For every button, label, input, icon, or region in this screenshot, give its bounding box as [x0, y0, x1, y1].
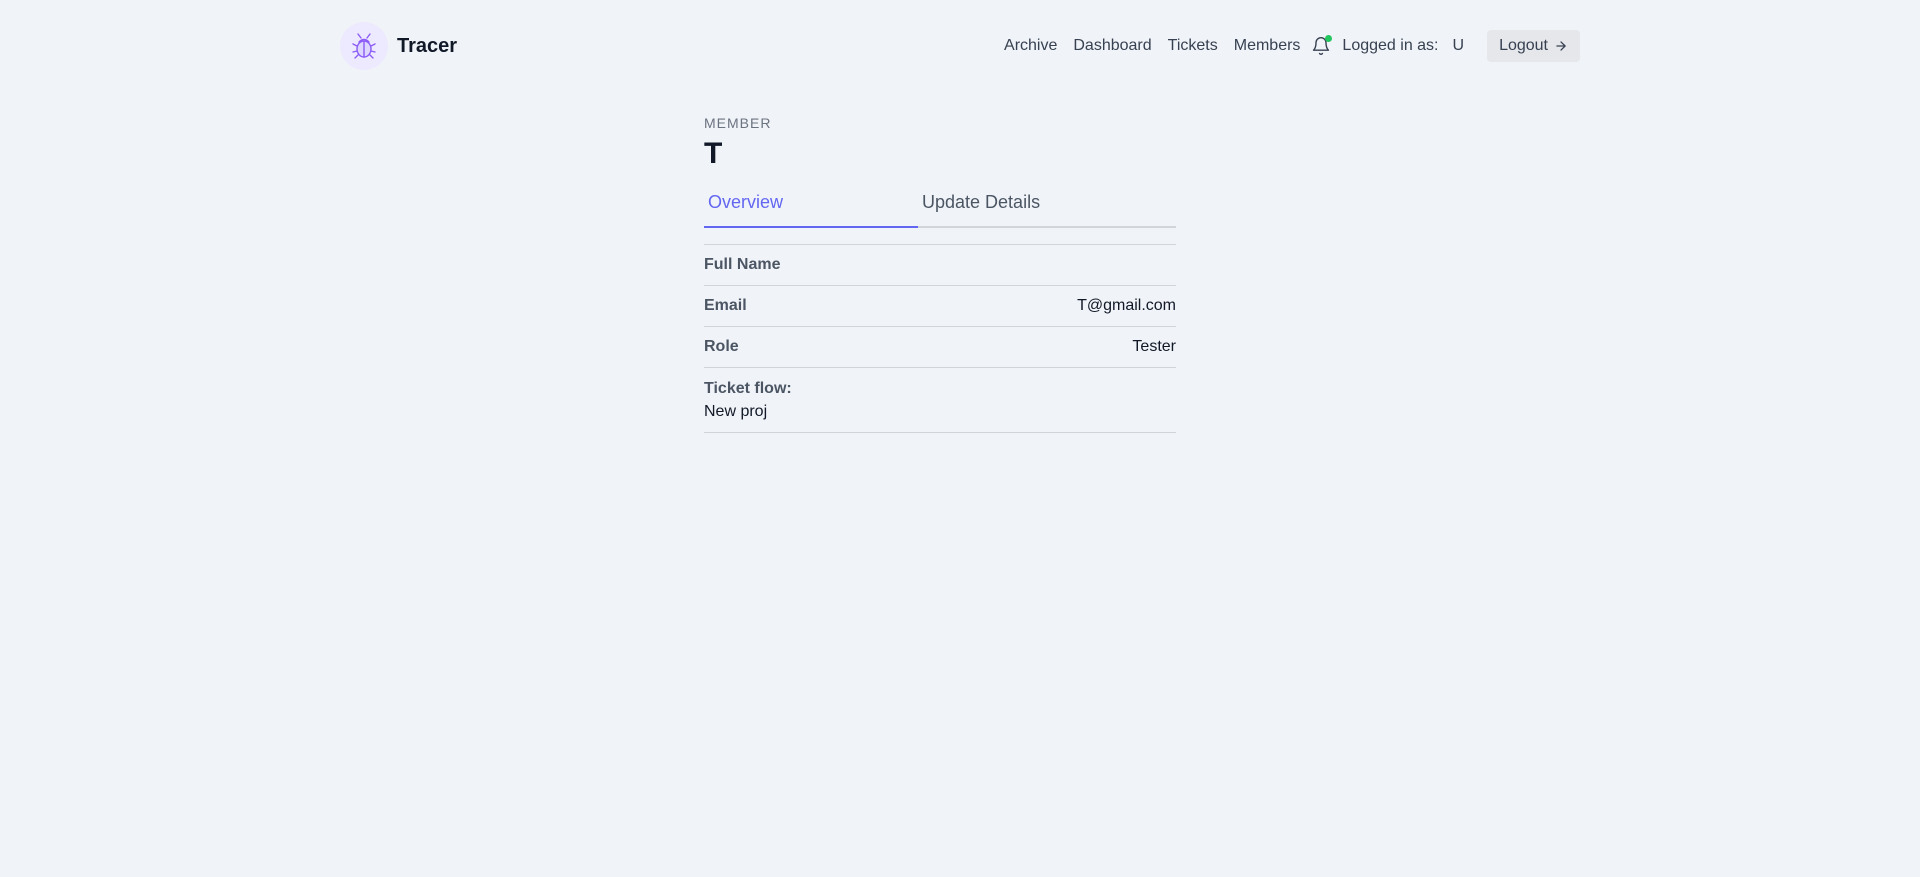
detail-row-ticket-flow: Ticket flow: New proj — [704, 368, 1176, 433]
member-detail: MEMBER T Overview Update Details Full Na… — [704, 112, 1176, 433]
tab-overview[interactable]: Overview — [704, 188, 918, 228]
logged-in-label: Logged in as: — [1342, 37, 1439, 54]
email-value: T@gmail.com — [1077, 297, 1176, 314]
role-value: Tester — [1132, 338, 1176, 355]
detail-row-full-name: Full Name — [704, 245, 1176, 286]
nav-link-members[interactable]: Members — [1234, 37, 1301, 55]
tab-bar: Overview Update Details — [704, 188, 1176, 228]
tab-update-details[interactable]: Update Details — [918, 188, 1132, 226]
logo — [340, 22, 388, 70]
section-eyebrow: MEMBER — [704, 115, 772, 131]
arrow-right-icon — [1556, 41, 1566, 51]
brand-name: Tracer — [397, 34, 458, 57]
details-list: Full Name Email T@gmail.com Role Tester … — [704, 244, 1176, 433]
nav-link-archive[interactable]: Archive — [1004, 37, 1057, 55]
nav-link-dashboard[interactable]: Dashboard — [1073, 37, 1151, 55]
ticket-flow-value: New proj — [704, 403, 768, 420]
logged-in-user: U — [1452, 37, 1465, 54]
email-label: Email — [704, 297, 747, 314]
full-name-label: Full Name — [704, 256, 781, 273]
bug-icon — [352, 33, 376, 59]
logout-label: Logout — [1499, 37, 1548, 54]
top-header: Tracer Archive Dashboard Tickets Members… — [340, 22, 1580, 70]
page: Tracer Archive Dashboard Tickets Members… — [0, 0, 1920, 877]
notifications-button[interactable] — [1310, 35, 1333, 57]
page-title: T — [704, 137, 723, 170]
role-label: Role — [704, 338, 739, 355]
detail-row-role: Role Tester — [704, 327, 1176, 368]
ticket-flow-label: Ticket flow: — [704, 380, 792, 397]
main-nav: Archive Dashboard Tickets Members Logged… — [1004, 30, 1580, 62]
logout-button[interactable]: Logout — [1487, 30, 1580, 62]
brand-home-link[interactable]: Tracer — [340, 22, 457, 70]
nav-link-tickets[interactable]: Tickets — [1168, 37, 1218, 55]
detail-row-email: Email T@gmail.com — [704, 286, 1176, 327]
